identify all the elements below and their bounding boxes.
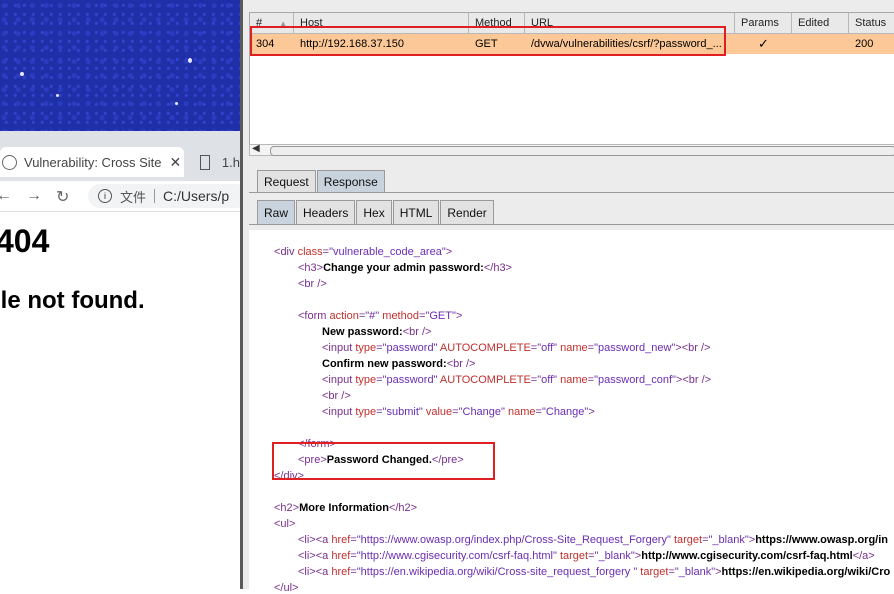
cell-edited xyxy=(792,34,849,54)
checkmark-icon: ✓ xyxy=(758,36,769,51)
tab-raw[interactable]: Raw xyxy=(257,200,296,224)
tab-headers[interactable]: Headers xyxy=(296,200,356,224)
close-icon[interactable]: ✕ xyxy=(170,154,182,171)
browser-tab[interactable]: 1.h xyxy=(190,147,240,177)
star-dot xyxy=(188,58,192,63)
tab-strip: Vulnerability: Cross Site ✕ 1.h xyxy=(0,131,240,181)
code-line: <input type="submit" value="Change" name… xyxy=(322,406,595,418)
scrollbar-thumb[interactable] xyxy=(270,146,894,156)
code-line: <div class="vulnerable_code_area"> xyxy=(274,246,453,258)
column-header-edited[interactable]: Edited xyxy=(792,13,849,33)
message-tabs: Request Response xyxy=(257,170,386,192)
browser-window: Vulnerability: Cross Site ✕ 1.h ← → ↻ i … xyxy=(0,131,248,589)
cell-status: 200 xyxy=(855,38,874,50)
code-line: <br /> xyxy=(322,390,351,402)
address-separator xyxy=(154,189,156,203)
tab-hex[interactable]: Hex xyxy=(356,200,392,224)
tab-render[interactable]: Render xyxy=(440,200,494,224)
code-line: <form action="#" method="GET"> xyxy=(298,310,463,322)
code-line: <input type="password" AUTOCOMPLETE="off… xyxy=(322,374,712,386)
page-subheading: ile not found. xyxy=(0,287,145,314)
code-line: <li><a href="http://www.cgisecurity.com/… xyxy=(298,550,875,562)
tab-title: 1.h xyxy=(221,154,240,170)
page-heading: 404 xyxy=(0,223,50,259)
tab-title: Vulnerability: Cross Site xyxy=(24,154,162,170)
address-path[interactable]: C:/Users/p xyxy=(163,188,229,204)
globe-icon xyxy=(2,155,17,170)
response-body[interactable]: <div class="vulnerable_code_area"> <h3>C… xyxy=(249,230,894,594)
code-line: <input type="password" AUTOCOMPLETE="off… xyxy=(322,342,711,354)
tab-request[interactable]: Request xyxy=(257,170,316,192)
star-dot xyxy=(20,72,24,76)
star-dot xyxy=(175,102,178,105)
desktop-background xyxy=(0,0,240,131)
document-icon xyxy=(200,154,210,170)
tab-html[interactable]: HTML xyxy=(392,200,440,224)
code-line: <h2>More Information</h2> xyxy=(274,502,418,514)
forward-icon[interactable]: → xyxy=(26,187,42,205)
code-line: Confirm new password:<br /> xyxy=(322,358,476,370)
column-header-params[interactable]: Params xyxy=(735,13,792,33)
tab-divider xyxy=(249,192,894,193)
tab-response[interactable]: Response xyxy=(316,170,385,192)
browser-toolbar: ← → ↻ i 文件 C:/Users/p xyxy=(0,181,248,212)
column-header-status[interactable]: Status xyxy=(849,13,894,33)
info-icon[interactable]: i xyxy=(98,189,112,203)
code-line: New password:<br /> xyxy=(322,326,432,338)
view-tabs: Raw Headers Hex HTML Render xyxy=(257,200,495,224)
horizontal-scrollbar[interactable]: ◀ xyxy=(249,143,894,156)
highlight-box xyxy=(250,26,726,56)
code-line: <br /> xyxy=(298,278,327,290)
code-line: <li><a href="https://www.owasp.org/index… xyxy=(298,534,888,546)
reload-icon[interactable]: ↻ xyxy=(56,187,69,207)
star-dot xyxy=(56,94,59,97)
tab-divider xyxy=(249,224,894,225)
code-line: <li><a href="https://en.wikipedia.org/wi… xyxy=(298,566,891,578)
address-bar[interactable]: i 文件 C:/Users/p xyxy=(88,184,248,208)
burp-panel: # ▲ Host Method URL Params Edited Status… xyxy=(240,0,894,594)
browser-tab-active[interactable]: Vulnerability: Cross Site ✕ xyxy=(0,147,184,177)
code-line: </ul> xyxy=(274,582,299,594)
scroll-left-icon[interactable]: ◀ xyxy=(252,143,260,154)
highlight-box xyxy=(272,442,495,480)
back-icon[interactable]: ← xyxy=(0,187,12,205)
address-scheme-label: 文件 xyxy=(120,189,147,205)
code-line: <h3>Change your admin password:</h3> xyxy=(298,262,512,274)
code-line: <ul> xyxy=(274,518,296,530)
